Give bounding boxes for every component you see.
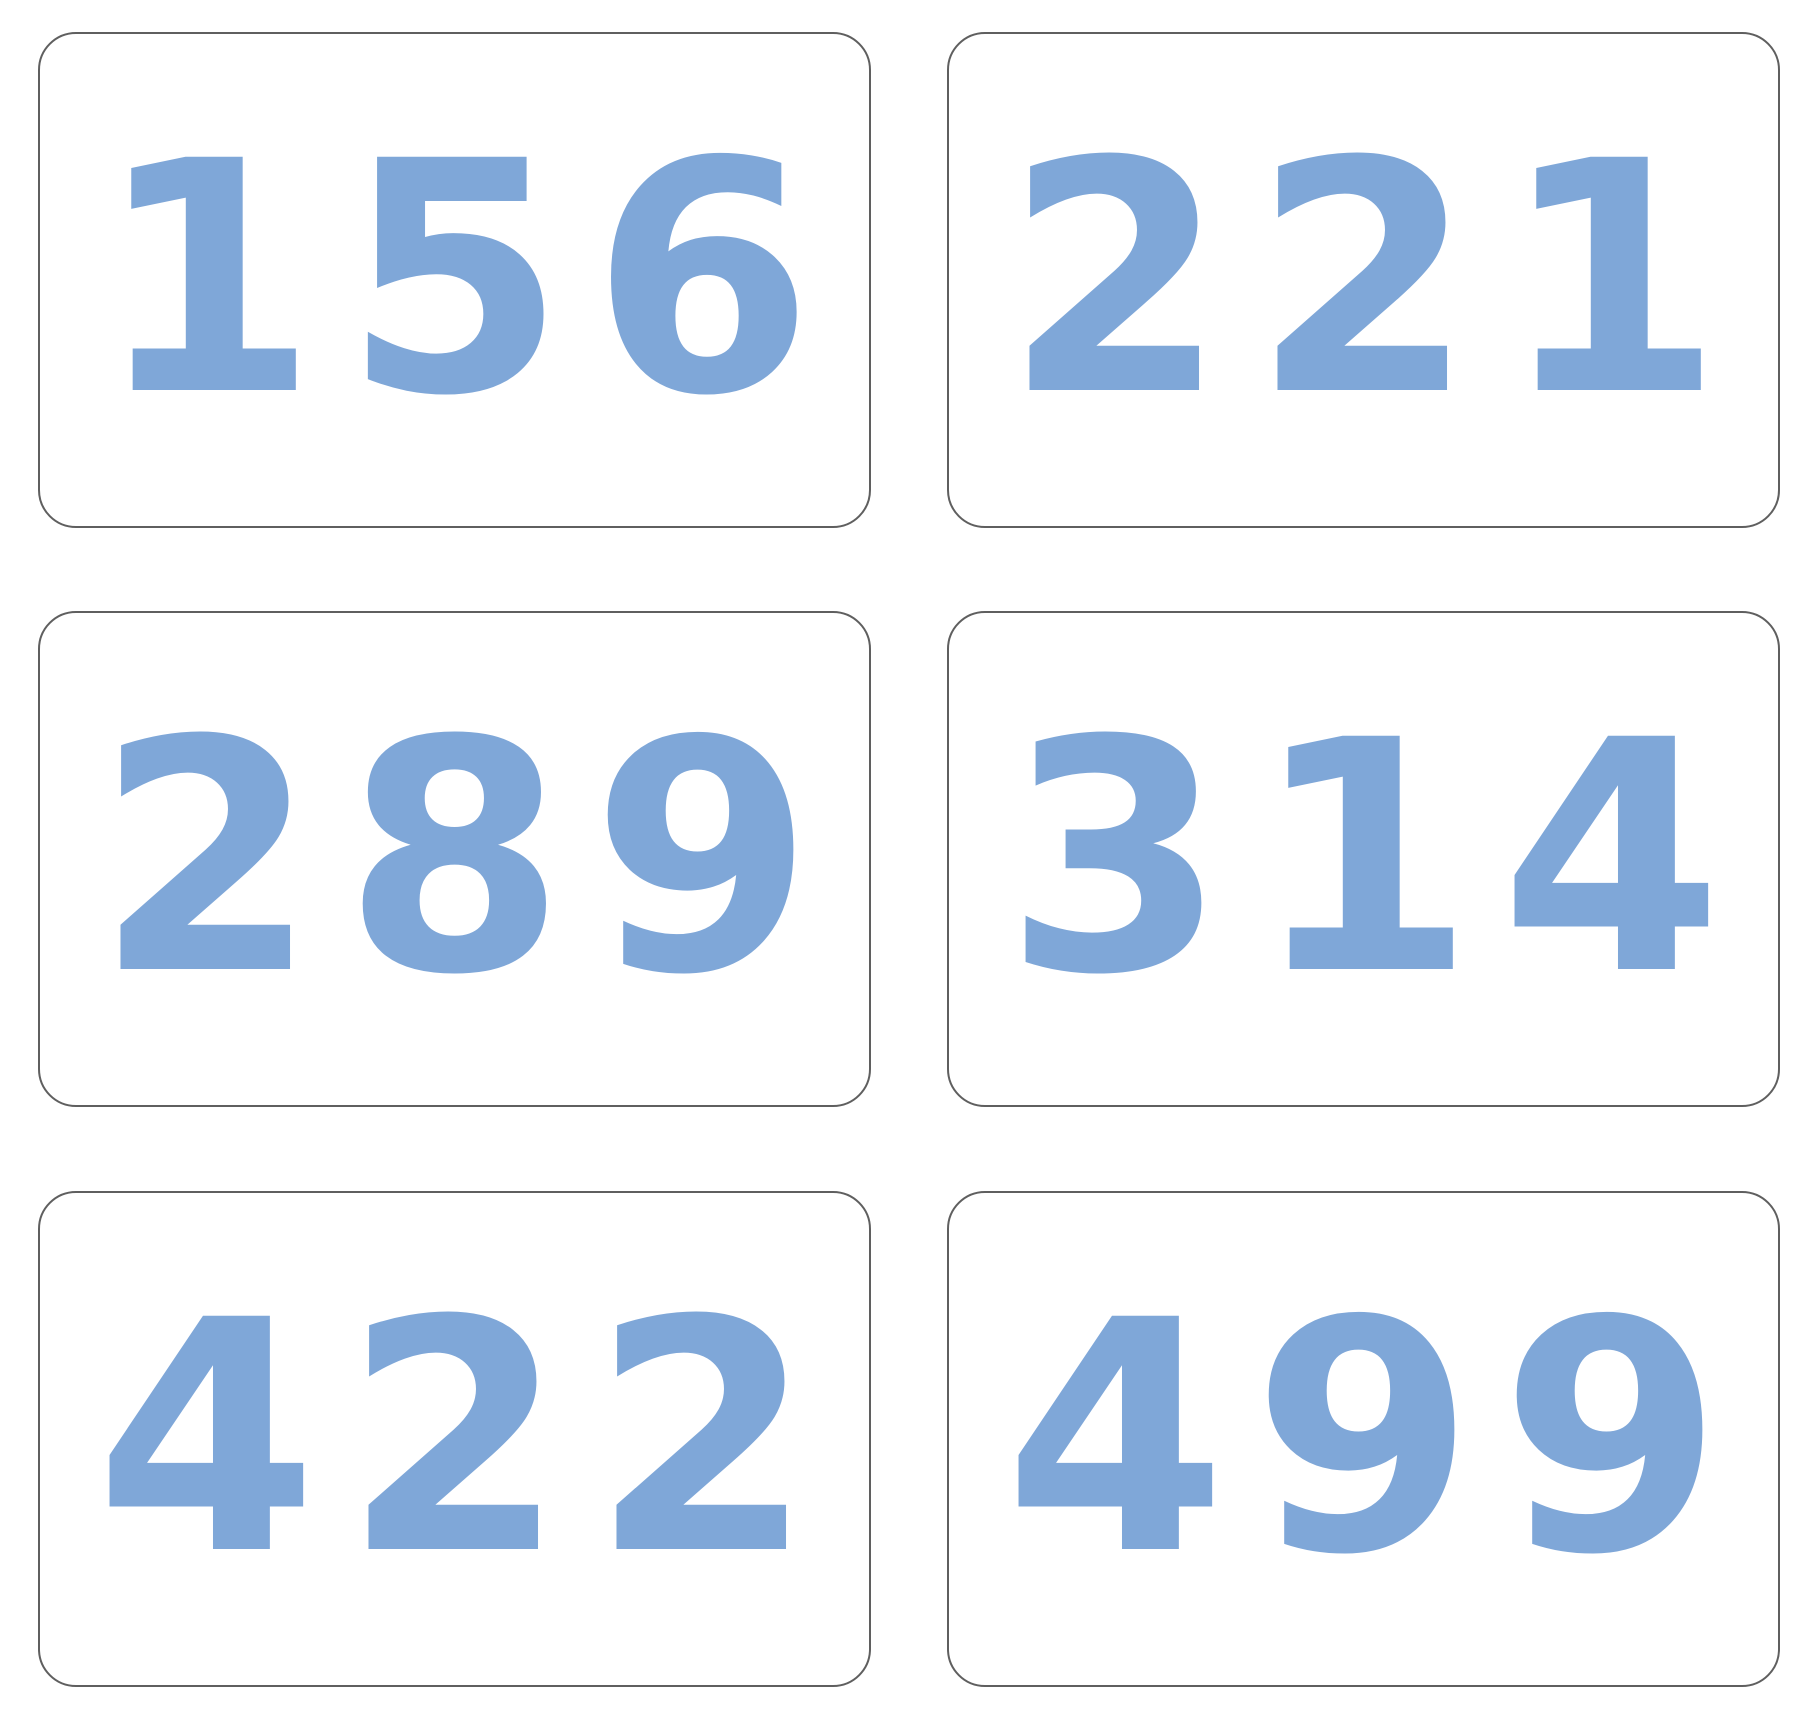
number-card-3: 2 8 9 [38,611,871,1107]
card-2-digits: 2 2 1 [949,34,1778,526]
digit: 2 [343,1253,566,1625]
card-6-digits: 4 9 9 [949,1193,1778,1685]
digit: 8 [343,673,566,1045]
digit: 3 [1004,673,1227,1045]
digit: 9 [591,673,814,1045]
digit: 2 [95,673,318,1045]
digit: 1 [1500,94,1723,466]
digit: 4 [1004,1253,1227,1625]
digit: 9 [1252,1253,1475,1625]
number-card-2: 2 2 1 [947,32,1780,528]
digit: 1 [1252,673,1475,1045]
digit: 2 [591,1253,814,1625]
number-card-6: 4 9 9 [947,1191,1780,1687]
card-4-digits: 3 1 4 [949,613,1778,1105]
digit: 4 [95,1253,318,1625]
number-card-4: 3 1 4 [947,611,1780,1107]
digit: 6 [591,94,814,466]
number-card-1: 1 5 6 [38,32,871,528]
digit: 2 [1004,94,1227,466]
digit: 2 [1252,94,1475,466]
card-1-digits: 1 5 6 [40,34,869,526]
card-5-digits: 4 2 2 [40,1193,869,1685]
digit: 4 [1500,673,1723,1045]
digit: 5 [343,94,566,466]
digit: 1 [95,94,318,466]
digit: 9 [1500,1253,1723,1625]
number-card-5: 4 2 2 [38,1191,871,1687]
card-3-digits: 2 8 9 [40,613,869,1105]
